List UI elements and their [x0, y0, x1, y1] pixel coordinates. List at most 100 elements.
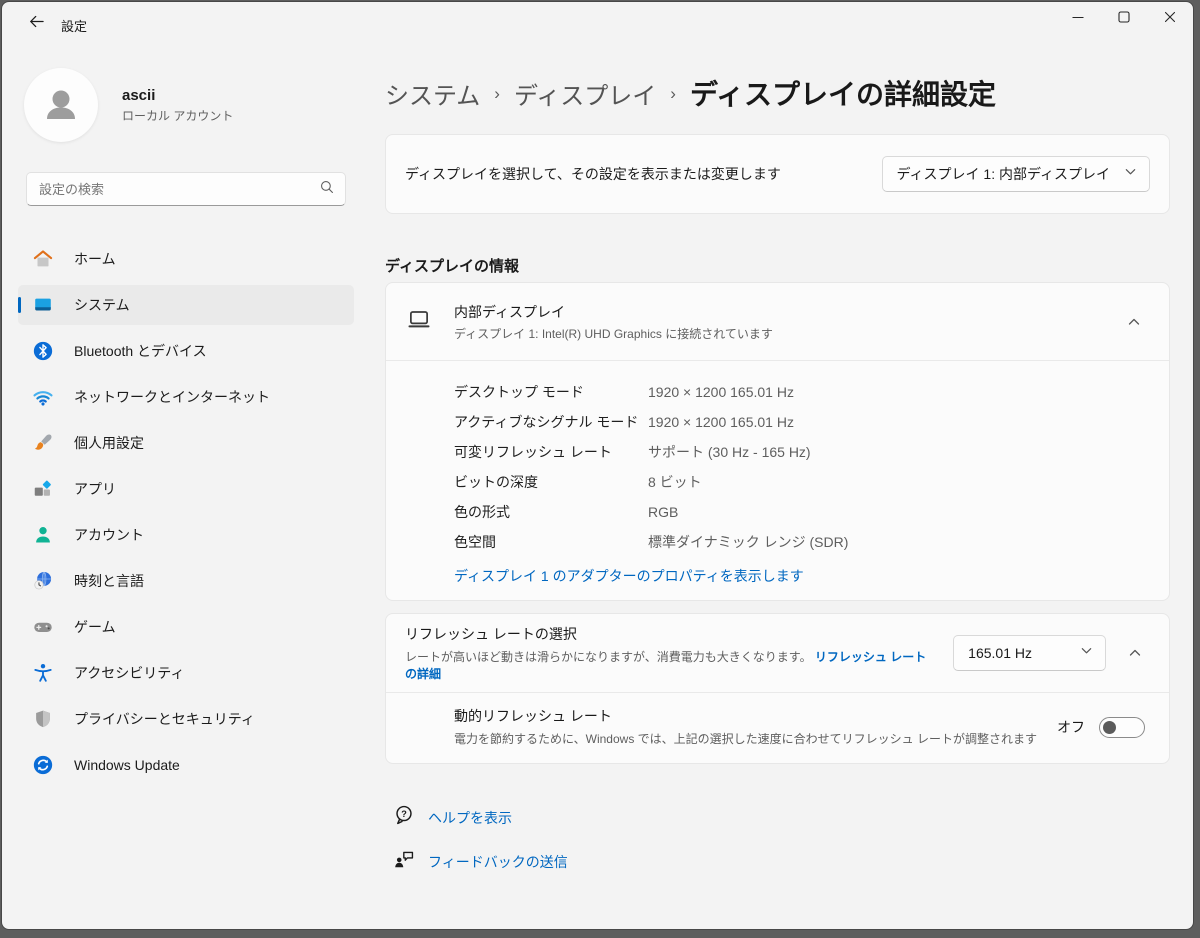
dynamic-refresh-rate-toggle[interactable]: [1099, 717, 1145, 738]
internal-display-subtitle: ディスプレイ 1: Intel(R) UHD Graphics に接続されていま…: [454, 325, 773, 342]
refresh-rate-card: リフレッシュ レートの選択 レートが高いほど動きは滑らかになりますが、消費電力も…: [385, 613, 1170, 764]
sidebar-item-privacy[interactable]: プライバシーとセキュリティ: [18, 699, 354, 739]
breadcrumb-display[interactable]: ディスプレイ: [514, 76, 656, 111]
maximize-icon: [1117, 10, 1131, 29]
sidebar-item-windows-update[interactable]: Windows Update: [18, 745, 354, 785]
detail-row-variable-refresh-rate: 可変リフレッシュ レート サポート (30 Hz - 165 Hz): [454, 437, 1145, 467]
sidebar-item-network[interactable]: ネットワークとインターネット: [18, 377, 354, 417]
adapter-properties-link[interactable]: ディスプレイ 1 のアダプターのプロパティを表示します: [454, 566, 804, 586]
close-icon: [1163, 10, 1177, 29]
sidebar-nav: ホーム システム Bluetooth とデバイス ネットワークとインタ: [2, 239, 370, 785]
minimize-icon: [1071, 10, 1085, 29]
sidebar-item-time-language[interactable]: 時刻と言語: [18, 561, 354, 601]
titlebar: 設定: [2, 2, 1193, 46]
dynamic-refresh-rate-description: 電力を節約するために、Windows では、上記の選択した速度に合わせてリフレッ…: [454, 730, 1042, 748]
dynamic-refresh-rate-row: 動的リフレッシュ レート 電力を節約するために、Windows では、上記の選択…: [386, 693, 1169, 763]
accounts-icon: [32, 524, 54, 546]
user-profile[interactable]: ascii ローカル アカウント: [24, 68, 370, 142]
sidebar-item-system[interactable]: システム: [18, 285, 354, 325]
sidebar-item-accessibility[interactable]: アクセシビリティ: [18, 653, 354, 693]
close-button[interactable]: [1147, 2, 1193, 36]
sidebar-item-label: Windows Update: [74, 757, 180, 773]
privacy-icon: [32, 708, 54, 730]
avatar: [24, 68, 98, 142]
breadcrumb-separator: ›: [494, 82, 500, 104]
maximize-button[interactable]: [1101, 2, 1147, 36]
sidebar-item-apps[interactable]: アプリ: [18, 469, 354, 509]
minimize-button[interactable]: [1055, 2, 1101, 36]
send-feedback-link[interactable]: フィードバックの送信: [428, 852, 568, 872]
page-title: ディスプレイの詳細設定: [690, 73, 996, 113]
detail-row-desktop-mode: デスクトップ モード 1920 × 1200 165.01 Hz: [454, 377, 1145, 407]
back-button[interactable]: [18, 9, 54, 39]
sidebar-item-label: システム: [74, 295, 130, 315]
apps-icon: [32, 478, 54, 500]
windows-update-icon: [32, 754, 54, 776]
refresh-rate-description: レートが高いほど動きは滑らかになりますが、消費電力も大きくなります。 リフレッシ…: [405, 648, 933, 682]
accessibility-icon: [32, 662, 54, 684]
search-input[interactable]: [39, 182, 319, 197]
chevron-down-icon: [1080, 644, 1093, 662]
send-feedback-row[interactable]: フィードバックの送信: [385, 848, 1170, 875]
sidebar-item-label: 個人用設定: [74, 433, 144, 453]
refresh-rate-dropdown[interactable]: 165.01 Hz: [953, 635, 1106, 671]
chevron-down-icon: [1124, 165, 1137, 183]
toggle-knob: [1103, 721, 1116, 734]
sidebar-item-label: 時刻と言語: [74, 571, 144, 591]
sidebar-item-label: アカウント: [74, 525, 144, 545]
detail-row-bit-depth: ビットの深度 8 ビット: [454, 467, 1145, 497]
sidebar-item-accounts[interactable]: アカウント: [18, 515, 354, 555]
svg-text:?: ?: [401, 809, 407, 819]
gaming-icon: [32, 616, 54, 638]
section-title-display-info: ディスプレイの情報: [385, 255, 1170, 276]
window-controls: [1055, 2, 1193, 36]
sidebar-item-label: アプリ: [74, 479, 116, 499]
display-select-value: ディスプレイ 1: 内部ディスプレイ: [897, 164, 1111, 184]
footer-links: ? ヘルプを表示 フィードバックの送信: [385, 804, 1170, 875]
sidebar: ascii ローカル アカウント ホーム システム: [2, 46, 370, 929]
help-icon: ?: [393, 804, 415, 831]
breadcrumb-separator: ›: [670, 82, 676, 104]
dynamic-refresh-rate-title: 動的リフレッシュ レート: [454, 706, 1045, 726]
sidebar-item-bluetooth[interactable]: Bluetooth とデバイス: [18, 331, 354, 371]
sidebar-item-gaming[interactable]: ゲーム: [18, 607, 354, 647]
chevron-up-icon[interactable]: [1123, 311, 1145, 333]
display-info-card: 内部ディスプレイ ディスプレイ 1: Intel(R) UHD Graphics…: [385, 282, 1170, 601]
detail-row-active-signal-mode: アクティブなシグナル モード 1920 × 1200 165.01 Hz: [454, 407, 1145, 437]
display-select-card: ディスプレイを選択して、その設定を表示または変更します ディスプレイ 1: 内部…: [385, 134, 1170, 214]
sidebar-item-home[interactable]: ホーム: [18, 239, 354, 279]
breadcrumb-system[interactable]: システム: [385, 76, 480, 111]
search-box: [26, 172, 346, 206]
selected-accent-pill: [18, 297, 21, 313]
time-language-icon: [32, 570, 54, 592]
get-help-row[interactable]: ? ヘルプを表示: [385, 804, 1170, 831]
network-icon: [32, 386, 54, 408]
detail-row-color-space: 色空間 標準ダイナミック レンジ (SDR): [454, 527, 1145, 557]
feedback-icon: [393, 848, 415, 875]
sidebar-item-label: ゲーム: [74, 617, 116, 637]
display-info-expander-header[interactable]: 内部ディスプレイ ディスプレイ 1: Intel(R) UHD Graphics…: [386, 283, 1169, 360]
chevron-up-icon[interactable]: [1124, 642, 1145, 664]
refresh-rate-header: リフレッシュ レートの選択 レートが高いほど動きは滑らかになりますが、消費電力も…: [386, 614, 1169, 692]
display-info-details: デスクトップ モード 1920 × 1200 165.01 Hz アクティブなシ…: [386, 361, 1169, 600]
get-help-link[interactable]: ヘルプを表示: [428, 808, 512, 828]
user-account-type: ローカル アカウント: [122, 107, 233, 124]
monitor-icon: [406, 306, 432, 337]
sidebar-item-label: ネットワークとインターネット: [74, 387, 270, 407]
breadcrumb: システム › ディスプレイ › ディスプレイの詳細設定: [385, 74, 1170, 112]
sidebar-item-label: Bluetooth とデバイス: [74, 341, 207, 361]
refresh-rate-title: リフレッシュ レートの選択: [405, 624, 933, 644]
search-icon: [319, 179, 335, 200]
system-icon: [32, 294, 54, 316]
sidebar-item-personalization[interactable]: 個人用設定: [18, 423, 354, 463]
bluetooth-icon: [32, 340, 54, 362]
settings-window: 設定 ascii ローカル アカウント: [1, 1, 1194, 930]
user-name: ascii: [122, 87, 233, 104]
window-title: 設定: [61, 16, 87, 35]
display-select-dropdown[interactable]: ディスプレイ 1: 内部ディスプレイ: [882, 156, 1151, 192]
sidebar-item-label: プライバシーとセキュリティ: [74, 709, 255, 729]
sidebar-item-label: ホーム: [74, 249, 116, 269]
internal-display-title: 内部ディスプレイ: [454, 302, 773, 322]
display-select-label: ディスプレイを選択して、その設定を表示または変更します: [405, 164, 781, 184]
refresh-rate-value: 165.01 Hz: [968, 645, 1032, 661]
